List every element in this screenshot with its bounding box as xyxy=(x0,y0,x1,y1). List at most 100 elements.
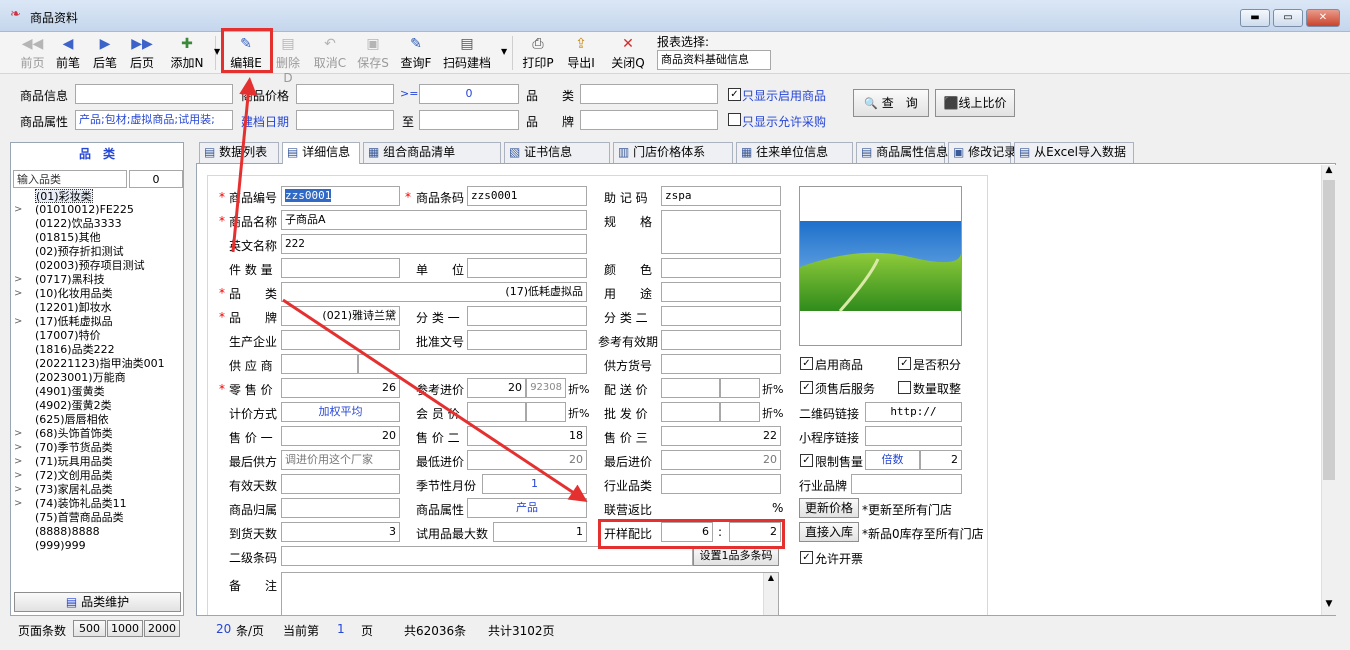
limit-value-input[interactable]: 2 xyxy=(920,450,962,470)
wholesale-discount-input[interactable] xyxy=(720,402,760,422)
tree-item[interactable]: (73)家居礼品类 xyxy=(35,483,113,497)
tree-expand-icon[interactable]: > xyxy=(14,288,22,299)
scroll-thumb[interactable] xyxy=(1323,180,1335,480)
pricing-method-select[interactable]: 加权平均 xyxy=(281,402,400,422)
tree-item[interactable]: (72)文创用品类 xyxy=(35,469,113,483)
tree-expand-icon[interactable]: > xyxy=(14,274,22,285)
cancel-button[interactable]: ↶ 取消C xyxy=(313,32,347,74)
next-page-button[interactable]: ▶▶ 后页 xyxy=(129,32,155,74)
tree-item[interactable]: (999)999 xyxy=(35,539,86,553)
add-dropdown-icon[interactable]: ▼ xyxy=(214,47,220,56)
price2-input[interactable]: 18 xyxy=(467,426,587,446)
vertical-scrollbar[interactable]: ▲ ▼ xyxy=(1321,165,1336,615)
category-maintain-button[interactable]: ▤ 品类维护 xyxy=(14,592,181,612)
aftersale-checkbox[interactable]: ✓ xyxy=(800,381,813,394)
close-window-button[interactable]: ✕ xyxy=(1306,9,1340,27)
price3-input[interactable]: 22 xyxy=(661,426,781,446)
multi-barcode-button[interactable]: 设置1品多条码 xyxy=(693,546,779,566)
close-button[interactable]: ✕ 关闭Q xyxy=(610,32,646,74)
maximize-button[interactable]: ▭ xyxy=(1273,9,1303,27)
print-button[interactable]: ⎙ 打印P xyxy=(521,32,555,74)
tree-item[interactable]: (01)彩妆类 xyxy=(35,189,93,203)
supplier-name-input[interactable] xyxy=(358,354,587,374)
belong-input[interactable] xyxy=(281,498,400,518)
limit-mode-select[interactable]: 倍数 xyxy=(865,450,920,470)
tab-4[interactable]: ▥ 门店价格体系 xyxy=(613,142,733,163)
tree-item[interactable]: (8888)8888 xyxy=(35,525,100,539)
class2-input[interactable] xyxy=(661,306,781,326)
product-attr-input[interactable]: 产品;包材;虚拟商品;试用装; xyxy=(75,110,233,130)
tab-5[interactable]: ▦ 往来单位信息 xyxy=(736,142,853,163)
tree-item[interactable]: (20221123)指甲油类001 xyxy=(35,357,165,371)
brand-search-input[interactable] xyxy=(580,110,718,130)
tree-item[interactable]: (70)季节货品类 xyxy=(35,441,113,455)
mini-link-input[interactable] xyxy=(865,426,962,446)
add-button[interactable]: ✚ 添加N xyxy=(170,32,204,74)
tab-0[interactable]: ▤ 数据列表 xyxy=(199,142,279,163)
report-select[interactable]: 商品资料基础信息 xyxy=(657,50,771,70)
tab-7[interactable]: ▣ 修改记录 xyxy=(948,142,1016,163)
delete-button[interactable]: ▤ 删除D xyxy=(273,32,303,85)
arrive-days-input[interactable]: 3 xyxy=(281,522,400,542)
query-button[interactable]: ✎ 查询F xyxy=(399,32,433,74)
tree-item[interactable]: (71)玩具用品类 xyxy=(35,455,113,469)
name-input[interactable]: 子商品A xyxy=(281,210,587,230)
member-price-input[interactable] xyxy=(467,402,526,422)
english-name-input[interactable]: 222 xyxy=(281,234,587,254)
tree-item[interactable]: (4901)蛋黄类 xyxy=(35,385,105,399)
next-record-button[interactable]: ▶ 后笔 xyxy=(92,32,118,74)
tree-item[interactable]: (01010012)FE225 xyxy=(35,203,134,217)
unit-input[interactable] xyxy=(467,258,587,278)
tab-3[interactable]: ▧ 证书信息 xyxy=(504,142,610,163)
direct-stock-button[interactable]: 直接入库 xyxy=(799,522,859,542)
ref-cost-discount-input[interactable]: 92308 xyxy=(526,378,566,398)
season-input[interactable]: 1 xyxy=(482,474,587,494)
barcode-input[interactable]: zzs0001 xyxy=(467,186,587,206)
tree-item[interactable]: (10)化妆用品类 xyxy=(35,287,113,301)
last-supplier-input[interactable]: 调进价用这个厂家 xyxy=(281,450,400,470)
tree-item[interactable]: (1816)品类222 xyxy=(35,343,115,357)
scroll-up-icon[interactable]: ▲ xyxy=(1322,165,1336,179)
qr-link-input[interactable]: http:// xyxy=(865,402,962,422)
tree-item[interactable]: (2023001)万能商 xyxy=(35,371,126,385)
tree-expand-icon[interactable]: > xyxy=(14,456,22,467)
tree-expand-icon[interactable]: > xyxy=(14,484,22,495)
price1-input[interactable]: 20 xyxy=(281,426,400,446)
tree-item[interactable]: (12201)卸妆水 xyxy=(35,301,112,315)
last-cost-input[interactable]: 20 xyxy=(661,450,781,470)
trial-max-input[interactable]: 1 xyxy=(493,522,587,542)
only-enabled-checkbox[interactable]: ✓ xyxy=(728,88,741,101)
tree-expand-icon[interactable]: > xyxy=(14,498,22,509)
tab-2[interactable]: ▦ 组合商品清单 xyxy=(363,142,501,163)
valid-days-input[interactable] xyxy=(281,474,400,494)
update-price-button[interactable]: 更新价格 xyxy=(799,498,859,518)
dist-discount-input[interactable] xyxy=(720,378,760,398)
page-size-2000[interactable]: 2000 xyxy=(144,620,180,637)
scan-create-button[interactable]: ▤ 扫码建档 xyxy=(442,32,492,74)
tree-item[interactable]: (625)唇唇相依 xyxy=(35,413,109,427)
price-operator[interactable]: >= xyxy=(400,87,418,100)
class1-input[interactable] xyxy=(467,306,587,326)
brand-input[interactable]: (021)雅诗兰黛 xyxy=(281,306,400,326)
tree-item[interactable]: (01815)其他 xyxy=(35,231,101,245)
tree-item[interactable]: (75)首营商品品类 xyxy=(35,511,124,525)
tab-6[interactable]: ▤ 商品属性信息 xyxy=(856,142,948,163)
pieces-input[interactable] xyxy=(281,258,400,278)
tree-item[interactable]: (02)预存折扣测试 xyxy=(35,245,124,259)
tree-expand-icon[interactable]: > xyxy=(14,428,22,439)
retail-price-input[interactable]: 26 xyxy=(281,378,400,398)
only-purchase-checkbox[interactable] xyxy=(728,113,741,126)
tree-expand-icon[interactable]: > xyxy=(14,204,22,215)
scan-dropdown-icon[interactable]: ▼ xyxy=(501,47,507,56)
query-button[interactable]: 🔍 查 询 xyxy=(853,89,929,117)
export-button[interactable]: ⇪ 导出I xyxy=(564,32,598,74)
industry-brand-input[interactable] xyxy=(851,474,962,494)
qty-round-checkbox[interactable] xyxy=(898,381,911,394)
tree-item[interactable]: (4902)蛋黄2类 xyxy=(35,399,112,413)
page-size-500[interactable]: 500 xyxy=(73,620,106,637)
edit-button[interactable]: ✎ 编辑E xyxy=(226,32,266,74)
color-input[interactable] xyxy=(661,258,781,278)
mnemonic-input[interactable]: zspa xyxy=(661,186,781,206)
scroll-down-icon[interactable]: ▼ xyxy=(1322,599,1336,613)
tree-expand-icon[interactable]: > xyxy=(14,442,22,453)
